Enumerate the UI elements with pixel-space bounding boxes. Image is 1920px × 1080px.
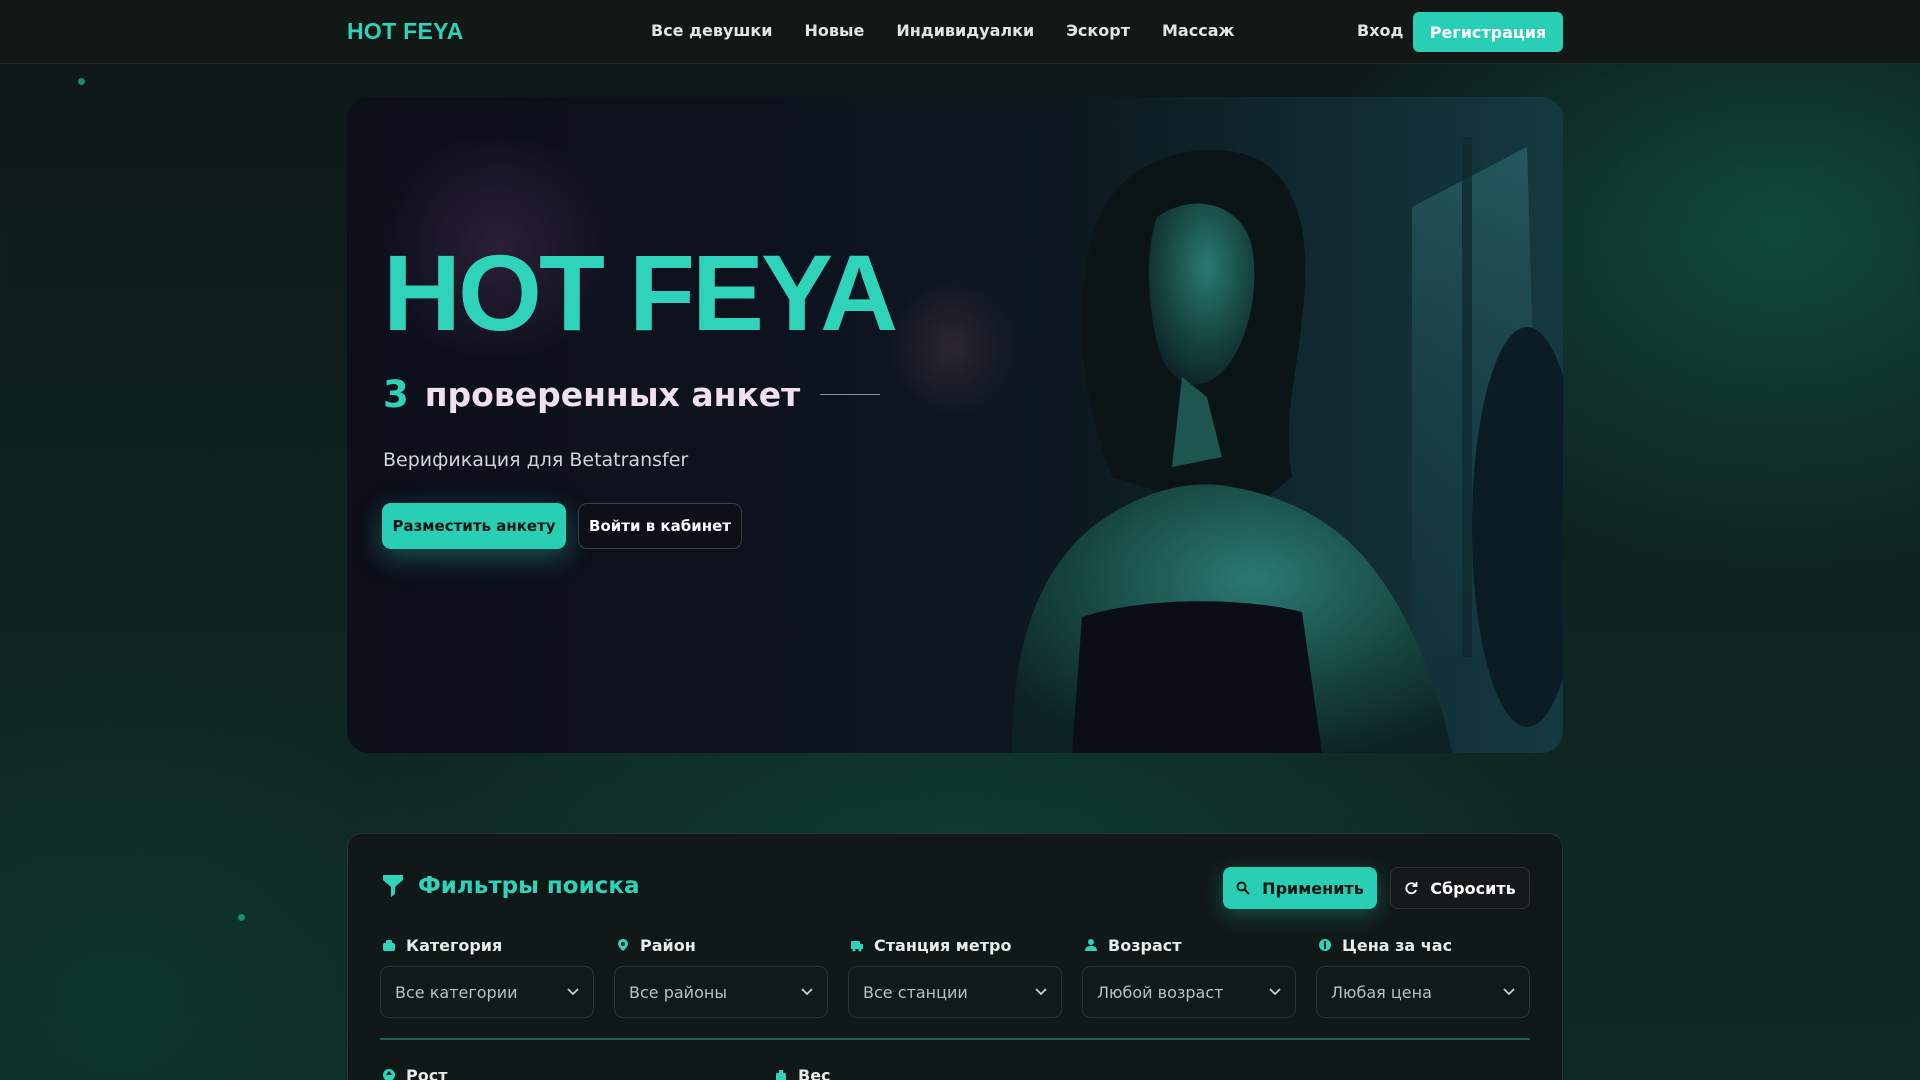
hero-title: HOT FEYA <box>383 232 898 353</box>
chevron-down-icon <box>1035 988 1047 996</box>
category-select[interactable]: Все категории <box>380 966 594 1018</box>
filter-funnel-icon <box>383 875 403 897</box>
apply-filters-button[interactable]: Применить <box>1223 867 1377 909</box>
hero-portrait-image <box>942 97 1563 753</box>
reset-filters-label: Сбросить <box>1430 878 1516 898</box>
search-filters-panel: Фильтры поиска Применить Сбросить Катего… <box>347 833 1563 1080</box>
apply-filters-label: Применить <box>1262 878 1364 898</box>
post-profile-button[interactable]: Разместить анкету <box>382 503 566 549</box>
top-navigation-bar: HOT FEYA Все девушки Новые Индивидуалки … <box>0 0 1920 64</box>
filters-divider <box>380 1038 1530 1040</box>
filter-height: Рост <box>382 1064 772 1080</box>
decorative-dot <box>78 78 85 85</box>
filter-category-label: Категория <box>406 935 503 955</box>
reset-filters-button[interactable]: Сбросить <box>1390 867 1530 909</box>
refresh-icon <box>1405 882 1418 895</box>
age-select-value: Любой возраст <box>1097 982 1224 1002</box>
district-select[interactable]: Все районы <box>614 966 828 1018</box>
filters-title: Фильтры поиска <box>418 873 640 899</box>
login-cabinet-button[interactable]: Войти в кабинет <box>578 503 742 549</box>
chevron-down-icon <box>1503 988 1515 996</box>
register-button[interactable]: Регистрация <box>1413 12 1563 52</box>
nav-link-massage[interactable]: Массаж <box>1162 21 1234 40</box>
price-select[interactable]: Любая цена <box>1316 966 1530 1018</box>
nav-link-new[interactable]: Новые <box>805 21 865 40</box>
filter-price-label: Цена за час <box>1342 935 1453 955</box>
filter-age-label: Возраст <box>1108 935 1182 955</box>
login-link[interactable]: Вход <box>1357 21 1403 40</box>
filter-weight-label: Вес <box>798 1065 831 1080</box>
filter-category: Категория Все категории <box>380 934 594 1018</box>
weight-icon <box>776 1070 786 1080</box>
user-icon <box>1085 939 1097 951</box>
filter-metro-label: Станция метро <box>874 935 1012 955</box>
main-nav: Все девушки Новые Индивидуалки Эскорт Ма… <box>651 21 1234 40</box>
filters-header: Фильтры поиска <box>382 873 640 899</box>
district-select-value: Все районы <box>629 982 727 1002</box>
filter-metro: Станция метро Все станции <box>848 934 1062 1018</box>
price-select-value: Любая цена <box>1331 982 1432 1002</box>
metro-select-value: Все станции <box>863 982 968 1002</box>
category-select-value: Все категории <box>395 982 518 1002</box>
filter-weight: Вес <box>774 1064 1164 1080</box>
filter-height-label: Рост <box>406 1065 448 1080</box>
filter-district: Район Все районы <box>614 934 828 1018</box>
decorative-dot <box>238 914 245 921</box>
chevron-down-icon <box>567 988 579 996</box>
category-icon <box>383 940 395 951</box>
price-icon <box>1319 939 1331 951</box>
filter-age: Возраст Любой возраст <box>1082 934 1296 1018</box>
hero-banner: HOT FEYA 3 проверенных анкет Верификация… <box>347 97 1563 753</box>
nav-link-individual[interactable]: Индивидуалки <box>896 21 1034 40</box>
metro-icon <box>851 941 863 952</box>
verified-count-number: 3 <box>383 373 409 416</box>
nav-link-all-girls[interactable]: Все девушки <box>651 21 773 40</box>
location-pin-icon <box>618 939 628 951</box>
height-icon <box>383 1069 395 1080</box>
hero-subtitle: Верификация для Betatransfer <box>383 449 689 471</box>
age-select[interactable]: Любой возраст <box>1082 966 1296 1018</box>
verified-count-line: 3 проверенных анкет <box>383 373 881 416</box>
filters-row: Категория Все категории Район Все районы… <box>380 934 1530 1018</box>
search-icon <box>1236 881 1250 895</box>
filter-district-label: Район <box>640 935 696 955</box>
filter-price: Цена за час Любая цена <box>1316 934 1530 1018</box>
chevron-down-icon <box>1269 988 1281 996</box>
verified-count-text: проверенных анкет <box>424 375 801 414</box>
filters-row-2: Рост Вес <box>380 1064 1164 1080</box>
chevron-down-icon <box>801 988 813 996</box>
nav-link-escort[interactable]: Эскорт <box>1066 21 1130 40</box>
site-logo[interactable]: HOT FEYA <box>347 18 464 45</box>
decorative-line <box>820 394 881 395</box>
metro-select[interactable]: Все станции <box>848 966 1062 1018</box>
